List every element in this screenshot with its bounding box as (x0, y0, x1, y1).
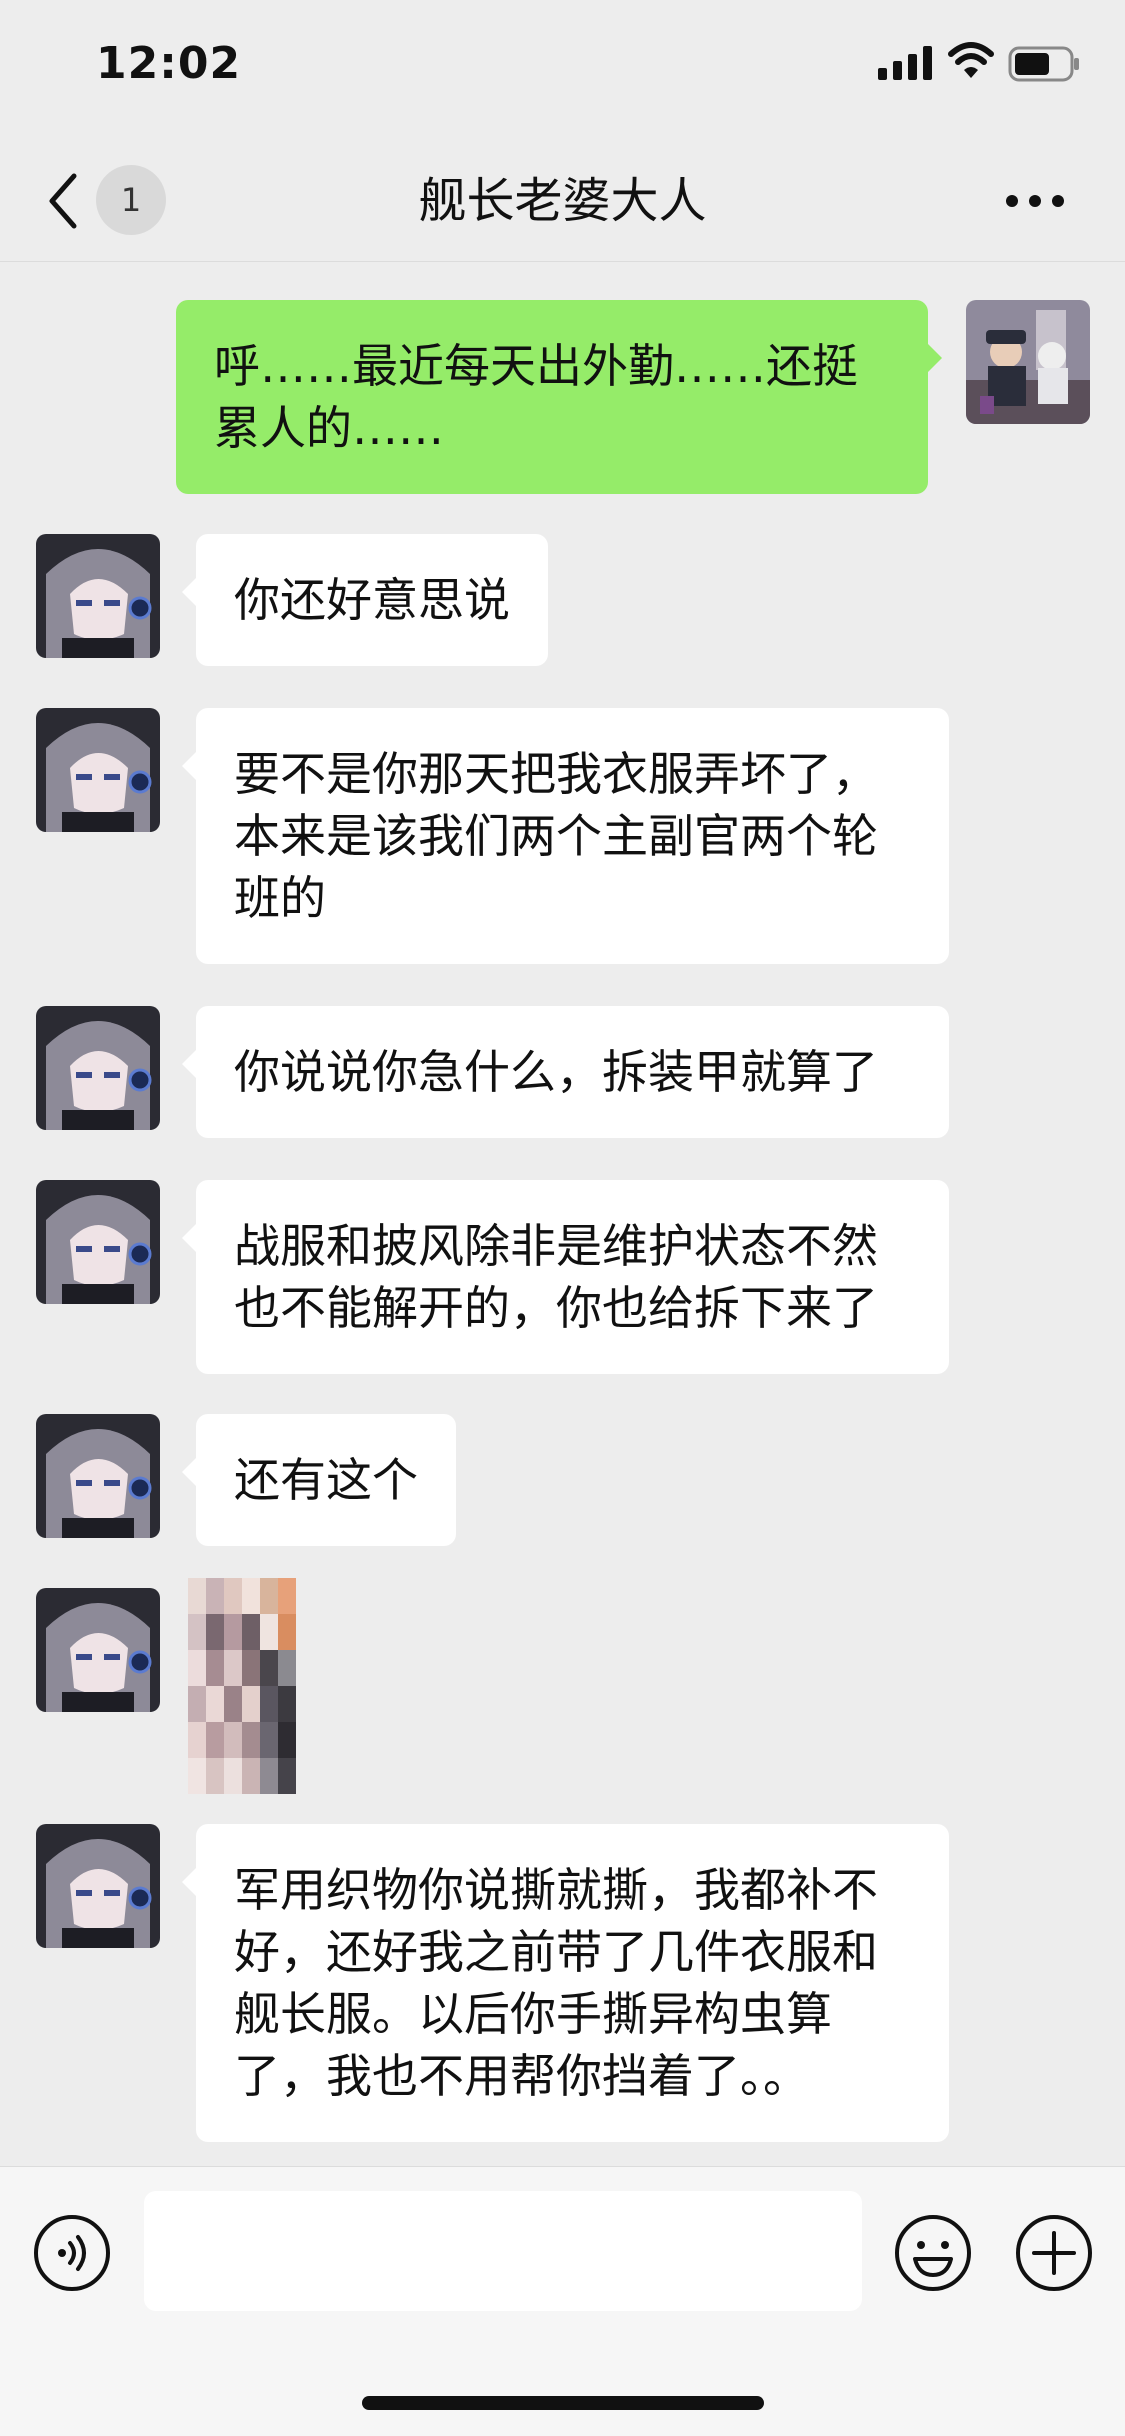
message-text: 你还好意思说 (234, 573, 510, 627)
message-text: 战服和披风除非是维护状态不然 也不能解开的，你也给拆下来了 (234, 1219, 878, 1335)
contact-avatar[interactable] (36, 1180, 160, 1304)
signal-icon (878, 46, 932, 80)
message-text: 你说说你急什么，拆装甲就算了 (234, 1045, 878, 1099)
emoji-icon[interactable] (893, 2213, 973, 2293)
voice-icon[interactable] (32, 2213, 112, 2293)
message-text: 还有这个 (234, 1453, 418, 1507)
contact-avatar[interactable] (36, 1588, 160, 1712)
message-bubble-other[interactable]: 你还好意思说 (182, 534, 548, 666)
chat-title: 舰长老婆大人 (418, 173, 707, 229)
more-dots-icon[interactable] (1004, 190, 1066, 212)
message-bubble-other[interactable]: 要不是你那天把我衣服弄坏了， 本来是该我们两个主副官两个轮 班的 (182, 708, 949, 964)
plus-icon[interactable] (1014, 2213, 1094, 2293)
battery-icon (1008, 46, 1079, 82)
message-text: 要不是你那天把我衣服弄坏了， 本来是该我们两个主副官两个轮 班的 (234, 747, 878, 925)
wifi-icon (948, 42, 994, 78)
message-text: 呼……最近每天出外勤……还挺 累人的…… (214, 339, 858, 455)
nav-bar: 1 舰长老婆大人 (0, 140, 1125, 262)
status-bar: 12:02 (0, 0, 1125, 140)
contact-avatar[interactable] (36, 534, 160, 658)
home-indicator[interactable] (362, 2396, 764, 2410)
message-bubble-other[interactable]: 军用织物你说撕就撕，我都补不 好，还好我之前带了几件衣服和 舰长服。以后你手撕异… (182, 1824, 949, 2142)
chat-screen: 12:02 1 舰长老婆大人 呼……最近每天出外勤……还挺 累人的…… 你还好意… (0, 0, 1125, 2436)
message-list[interactable]: 呼……最近每天出外勤……还挺 累人的…… 你还好意思说 要不是你那天把我衣服弄坏… (0, 262, 1125, 2166)
message-text: 军用织物你说撕就撕，我都补不 好，还好我之前带了几件衣服和 舰长服。以后你手撕异… (234, 1863, 878, 2103)
contact-avatar[interactable] (36, 708, 160, 832)
chevron-left-icon[interactable] (44, 170, 84, 232)
contact-avatar[interactable] (36, 1414, 160, 1538)
unread-count-badge[interactable]: 1 (96, 165, 166, 235)
status-time: 12:02 (96, 38, 242, 89)
contact-avatar[interactable] (36, 1824, 160, 1948)
message-bubble-self[interactable]: 呼……最近每天出外勤……还挺 累人的…… (176, 300, 942, 494)
pixelated-sticker-image[interactable] (188, 1578, 296, 1794)
message-bubble-other[interactable]: 战服和披风除非是维护状态不然 也不能解开的，你也给拆下来了 (182, 1180, 949, 1374)
self-avatar[interactable] (966, 300, 1090, 424)
message-bubble-other[interactable]: 你说说你急什么，拆装甲就算了 (182, 1006, 949, 1138)
contact-avatar[interactable] (36, 1006, 160, 1130)
message-input[interactable] (144, 2191, 862, 2311)
message-bubble-other[interactable]: 还有这个 (182, 1414, 456, 1546)
